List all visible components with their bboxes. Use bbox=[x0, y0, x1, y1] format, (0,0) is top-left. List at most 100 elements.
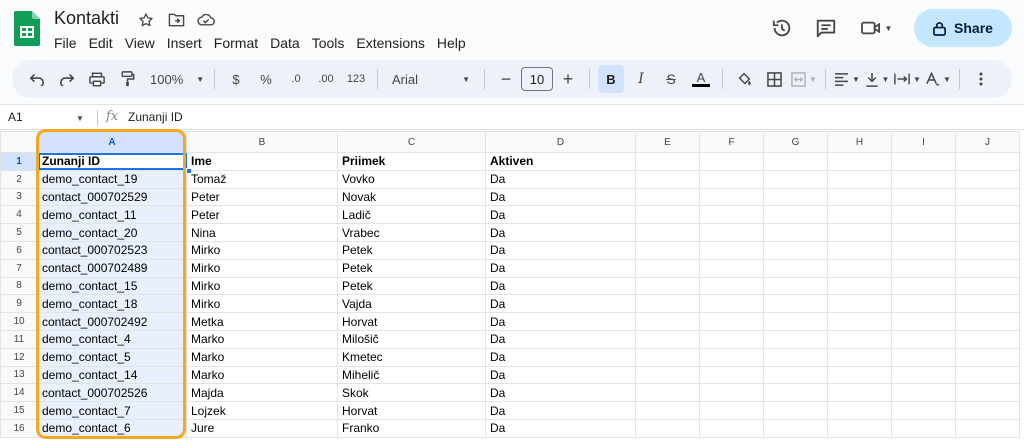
cell-c2[interactable]: Vovko bbox=[337, 169, 486, 189]
menu-extensions[interactable]: Extensions bbox=[350, 33, 430, 53]
cell-h6[interactable] bbox=[827, 240, 892, 260]
cell-e6[interactable] bbox=[635, 240, 700, 260]
cell-h15[interactable] bbox=[827, 401, 892, 420]
cell-b11[interactable]: Marko bbox=[186, 329, 338, 349]
cell-a6[interactable]: contact_000702523 bbox=[37, 240, 187, 260]
vertical-align-icon[interactable]: ▼ bbox=[864, 65, 890, 93]
merge-cells-icon[interactable]: ▼ bbox=[791, 65, 817, 93]
menu-edit[interactable]: Edit bbox=[83, 33, 119, 53]
cell-c8[interactable]: Petek bbox=[337, 276, 486, 296]
cell-d5[interactable]: Da bbox=[485, 223, 636, 242]
cell-i2[interactable] bbox=[891, 169, 956, 189]
cell-d16[interactable]: Da bbox=[485, 418, 636, 438]
cell-c14[interactable]: Skok bbox=[337, 383, 486, 403]
cell-j5[interactable] bbox=[955, 223, 1020, 242]
cell-a7[interactable]: contact_000702489 bbox=[37, 258, 187, 278]
row-header[interactable]: 8 bbox=[0, 276, 38, 296]
column-header-j[interactable]: J bbox=[955, 131, 1020, 153]
text-wrapping-icon[interactable]: ▼ bbox=[894, 65, 921, 93]
cell-d6[interactable]: Da bbox=[485, 240, 636, 260]
cell-e9[interactable] bbox=[635, 294, 700, 314]
cell-f12[interactable] bbox=[699, 347, 764, 367]
cell-e16[interactable] bbox=[635, 418, 700, 438]
cell-j11[interactable] bbox=[955, 329, 1020, 349]
cell-g3[interactable] bbox=[763, 187, 828, 207]
cell-f2[interactable] bbox=[699, 169, 764, 189]
cell-c12[interactable]: Kmetec bbox=[337, 347, 486, 367]
borders-icon[interactable] bbox=[761, 65, 787, 93]
strikethrough-button[interactable]: S bbox=[658, 65, 684, 93]
more-formats-button[interactable]: 123 bbox=[343, 65, 369, 93]
cell-a1[interactable]: Zunanji ID bbox=[37, 152, 187, 171]
cell-g10[interactable] bbox=[763, 312, 828, 331]
cell-h16[interactable] bbox=[827, 418, 892, 438]
cell-e11[interactable] bbox=[635, 329, 700, 349]
cell-i10[interactable] bbox=[891, 312, 956, 331]
cell-f10[interactable] bbox=[699, 312, 764, 331]
cell-j10[interactable] bbox=[955, 312, 1020, 331]
cell-c6[interactable]: Petek bbox=[337, 240, 486, 260]
cell-h11[interactable] bbox=[827, 329, 892, 349]
cell-a8[interactable]: demo_contact_15 bbox=[37, 276, 187, 296]
cell-j9[interactable] bbox=[955, 294, 1020, 314]
fill-handle[interactable] bbox=[186, 168, 192, 174]
cell-e8[interactable] bbox=[635, 276, 700, 296]
cloud-status-icon[interactable] bbox=[196, 10, 216, 30]
column-header-h[interactable]: H bbox=[827, 131, 892, 153]
cell-c5[interactable]: Vrabec bbox=[337, 223, 486, 242]
cell-j1[interactable] bbox=[955, 152, 1020, 171]
cell-b15[interactable]: Lojzek bbox=[186, 401, 338, 420]
cell-g12[interactable] bbox=[763, 347, 828, 367]
row-header[interactable]: 2 bbox=[0, 169, 38, 189]
cell-a10[interactable]: contact_000702492 bbox=[37, 312, 187, 331]
cell-h7[interactable] bbox=[827, 258, 892, 278]
cell-c9[interactable]: Vajda bbox=[337, 294, 486, 314]
cell-f4[interactable] bbox=[699, 205, 764, 225]
cell-c13[interactable]: Mihelič bbox=[337, 365, 486, 385]
cell-d8[interactable]: Da bbox=[485, 276, 636, 296]
cell-g2[interactable] bbox=[763, 169, 828, 189]
cell-j3[interactable] bbox=[955, 187, 1020, 207]
cell-g1[interactable] bbox=[763, 152, 828, 171]
cell-h14[interactable] bbox=[827, 383, 892, 403]
cell-i14[interactable] bbox=[891, 383, 956, 403]
cell-b13[interactable]: Marko bbox=[186, 365, 338, 385]
menu-tools[interactable]: Tools bbox=[306, 33, 351, 53]
cell-a14[interactable]: contact_000702526 bbox=[37, 383, 187, 403]
cell-a5[interactable]: demo_contact_20 bbox=[37, 223, 187, 242]
cell-f3[interactable] bbox=[699, 187, 764, 207]
cell-i11[interactable] bbox=[891, 329, 956, 349]
star-icon[interactable] bbox=[136, 10, 156, 30]
cell-g13[interactable] bbox=[763, 365, 828, 385]
cell-d13[interactable]: Da bbox=[485, 365, 636, 385]
cell-c10[interactable]: Horvat bbox=[337, 312, 486, 331]
cell-f8[interactable] bbox=[699, 276, 764, 296]
cell-h13[interactable] bbox=[827, 365, 892, 385]
cell-f11[interactable] bbox=[699, 329, 764, 349]
cell-c1[interactable]: Priimek bbox=[337, 152, 486, 171]
cell-f9[interactable] bbox=[699, 294, 764, 314]
select-all-corner[interactable] bbox=[0, 131, 38, 153]
cell-b1[interactable]: Ime bbox=[186, 152, 338, 171]
row-header[interactable]: 5 bbox=[0, 223, 38, 242]
history-icon[interactable] bbox=[762, 8, 802, 48]
cell-f14[interactable] bbox=[699, 383, 764, 403]
increase-decimal-button[interactable]: .00 bbox=[313, 65, 339, 93]
decrease-decimal-button[interactable]: .0 bbox=[283, 65, 309, 93]
redo-icon[interactable] bbox=[54, 65, 80, 93]
cell-d3[interactable]: Da bbox=[485, 187, 636, 207]
column-header-d[interactable]: D bbox=[485, 131, 636, 153]
cell-e4[interactable] bbox=[635, 205, 700, 225]
cell-a11[interactable]: demo_contact_4 bbox=[37, 329, 187, 349]
menu-format[interactable]: Format bbox=[208, 33, 264, 53]
cell-c16[interactable]: Franko bbox=[337, 418, 486, 438]
menu-view[interactable]: View bbox=[119, 33, 161, 53]
cell-b12[interactable]: Marko bbox=[186, 347, 338, 367]
cell-j4[interactable] bbox=[955, 205, 1020, 225]
cell-e3[interactable] bbox=[635, 187, 700, 207]
cell-g4[interactable] bbox=[763, 205, 828, 225]
cell-d1[interactable]: Aktiven bbox=[485, 152, 636, 171]
currency-format-button[interactable]: $ bbox=[223, 65, 249, 93]
cell-a3[interactable]: contact_000702529 bbox=[37, 187, 187, 207]
cell-g6[interactable] bbox=[763, 240, 828, 260]
